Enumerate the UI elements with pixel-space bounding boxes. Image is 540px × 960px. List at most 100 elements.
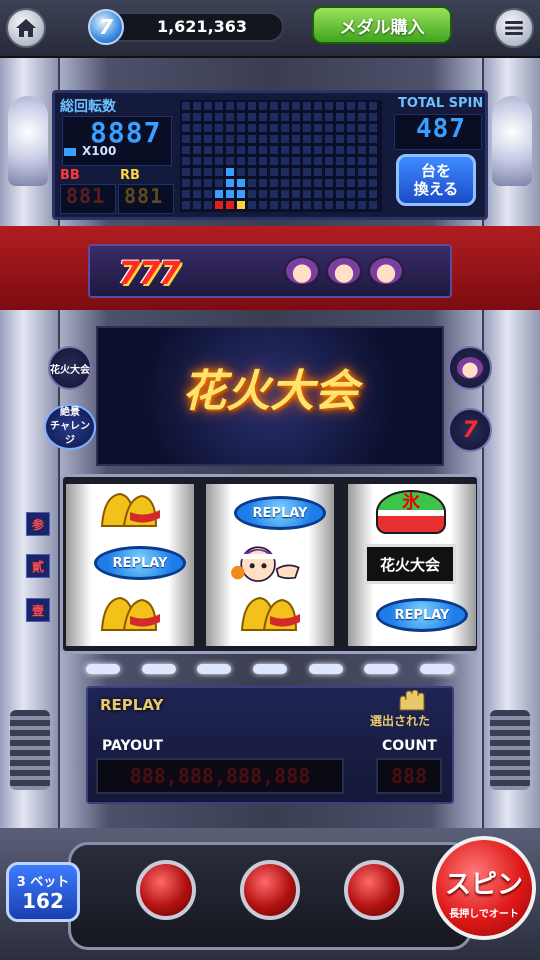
graph-cell xyxy=(303,102,311,110)
graph-cell xyxy=(226,146,234,154)
graph-cell xyxy=(215,124,223,132)
bet-button[interactable]: 3 ベット 162 xyxy=(6,862,80,922)
graph-cell xyxy=(248,157,256,165)
graph-cell xyxy=(358,179,366,187)
graph-cell xyxy=(281,157,289,165)
graph-cell xyxy=(182,113,190,121)
light xyxy=(252,664,287,674)
graph-cell xyxy=(325,157,333,165)
graph-cell xyxy=(270,124,278,132)
graph-cell xyxy=(303,113,311,121)
graph-cell xyxy=(182,190,190,198)
graph-cell xyxy=(259,201,267,209)
light xyxy=(197,664,232,674)
character-symbol-icon xyxy=(231,546,300,582)
graph-cell xyxy=(182,168,190,176)
graph-cell xyxy=(270,135,278,143)
character-face-icon xyxy=(326,256,362,286)
home-icon xyxy=(16,19,36,37)
graph-cell xyxy=(204,168,212,176)
graph-cell xyxy=(281,102,289,110)
bb-value: 881 xyxy=(66,184,106,208)
graph-cell xyxy=(182,201,190,209)
graph-cell xyxy=(314,168,322,176)
graph-cell xyxy=(204,146,212,154)
graph-cell xyxy=(292,113,300,121)
graph-cell xyxy=(336,179,344,187)
graph-cell xyxy=(325,124,333,132)
graph-cell xyxy=(369,179,377,187)
graph-cell xyxy=(226,135,234,143)
left-top-lamp xyxy=(8,96,48,186)
graph-cell xyxy=(226,124,234,132)
graph-cell xyxy=(358,113,366,121)
replay-symbol: REPLAY xyxy=(234,496,326,530)
graph-cell xyxy=(237,102,245,110)
graph-cell xyxy=(336,113,344,121)
change-machine-label-2: 換える xyxy=(413,180,459,198)
graph-cell xyxy=(369,146,377,154)
graph-cell xyxy=(226,157,234,165)
graph-cell xyxy=(325,146,333,154)
graph-cell xyxy=(281,179,289,187)
character-face-icon xyxy=(448,346,492,390)
home-button[interactable] xyxy=(6,8,46,48)
graph-cell xyxy=(237,168,245,176)
graph-cell xyxy=(248,146,256,154)
menu-button[interactable] xyxy=(494,8,534,48)
menu-icon xyxy=(505,21,523,35)
stop-button-right[interactable] xyxy=(344,860,404,920)
total-rotations-label: 総回転数 xyxy=(60,99,116,115)
line-marker-2: 貳 xyxy=(26,554,50,578)
graph-cell xyxy=(215,102,223,110)
graph-cell xyxy=(237,179,245,187)
graph-cell xyxy=(259,168,267,176)
seven-icon: 7 xyxy=(448,408,492,452)
graph-cell xyxy=(248,135,256,143)
change-machine-button[interactable]: 台を 換える xyxy=(396,154,476,206)
graph-cell xyxy=(325,102,333,110)
light xyxy=(141,664,176,674)
graph-cell xyxy=(226,102,234,110)
stop-button-center[interactable] xyxy=(240,860,300,920)
graph-cell xyxy=(336,146,344,154)
graph-cell xyxy=(237,146,245,154)
graph-cell xyxy=(259,102,267,110)
graph-cell xyxy=(292,157,300,165)
graph-cell xyxy=(358,146,366,154)
graph-cell xyxy=(281,113,289,121)
graph-cell xyxy=(303,157,311,165)
graph-cell xyxy=(336,124,344,132)
line-marker-3: 参 xyxy=(26,512,50,536)
replay-symbol: REPLAY xyxy=(94,546,186,580)
graph-cell xyxy=(358,135,366,143)
zekkei-challenge-icon: 絶景 チャレンジ xyxy=(44,404,96,450)
light xyxy=(308,664,343,674)
graph-cell xyxy=(226,201,234,209)
graph-cell xyxy=(325,135,333,143)
graph-cell xyxy=(369,190,377,198)
bell-icon xyxy=(100,596,160,631)
kakigori-ice-symbol: 氷 xyxy=(376,490,446,534)
graph-cell xyxy=(369,135,377,143)
graph-cell xyxy=(314,102,322,110)
graph-cell xyxy=(314,135,322,143)
graph-cell xyxy=(314,179,322,187)
stop-button-left[interactable] xyxy=(136,860,196,920)
character-face-icon xyxy=(284,256,320,286)
graph-cell xyxy=(248,179,256,187)
graph-cell xyxy=(281,190,289,198)
graph-cell xyxy=(281,124,289,132)
coin-balance: 1,621,363 xyxy=(156,17,248,36)
graph-cell xyxy=(314,124,322,132)
payout-label: PAYOUT xyxy=(102,738,163,754)
graph-cell xyxy=(325,190,333,198)
graph-cell xyxy=(193,157,201,165)
buy-medal-button[interactable]: メダル購入 xyxy=(312,6,452,44)
graph-cell xyxy=(193,102,201,110)
spin-button[interactable]: スピン 長押しでオート xyxy=(432,836,536,940)
graph-cell xyxy=(226,113,234,121)
bell-icon xyxy=(100,492,160,527)
light xyxy=(419,664,454,674)
rb-label: RB xyxy=(120,168,140,183)
